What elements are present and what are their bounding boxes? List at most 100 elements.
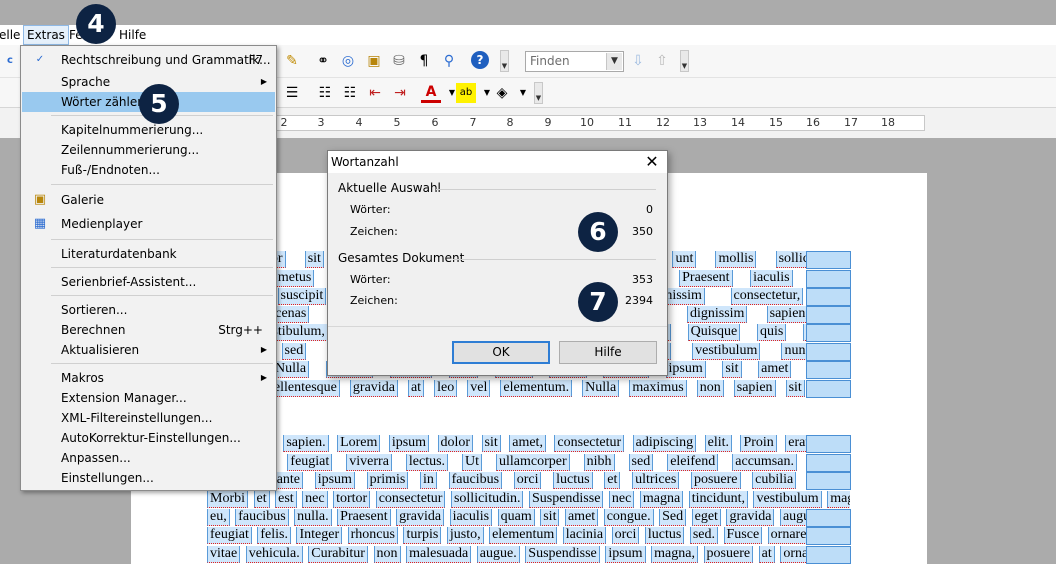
document-word: sed: [628, 454, 654, 471]
menu-item-label: Galerie: [61, 193, 105, 207]
ok-button[interactable]: OK: [452, 341, 550, 364]
menu-item-anpassen[interactable]: Anpassen...: [22, 448, 275, 468]
increase-indent-icon[interactable]: ⇥: [390, 83, 410, 103]
menu-item-serienbrief[interactable]: Serienbrief-Assistent...: [22, 272, 275, 292]
document-word: nibh: [583, 454, 615, 471]
document-word: justo,: [446, 527, 484, 544]
find-previous-icon[interactable]: ⇧: [652, 51, 672, 71]
menu-item-kapitelnummerierung[interactable]: Kapitelnummerierung...: [22, 120, 275, 140]
document-word: sit: [785, 380, 805, 397]
selection-block: [806, 546, 851, 564]
toolbar-grip[interactable]: ▼: [680, 50, 689, 72]
highlight-icon[interactable]: ab: [456, 83, 476, 103]
submenu-arrow-icon: ▶: [260, 345, 267, 354]
ruler-number: 11: [618, 116, 632, 129]
document-line[interactable]: Morbi et est nec tortor consectetur soll…: [207, 491, 850, 509]
decrease-indent-icon[interactable]: ⇤: [365, 83, 385, 103]
selection-block: [806, 324, 851, 342]
ruler-number: 4: [355, 116, 363, 129]
current-words-label: Wörter:: [350, 203, 391, 216]
document-word: vestibulum: [692, 343, 761, 360]
word-count-dialog: Wortanzahl ✕ Aktuelle Auswahl Wörter: 0 …: [327, 150, 668, 376]
menu-item-label: Makros: [61, 371, 104, 385]
menu-item-zeilennummerierung[interactable]: Zeilennummerierung...: [22, 140, 275, 160]
help-icon[interactable]: ?: [471, 51, 489, 69]
zoom-icon[interactable]: ⚲: [439, 51, 459, 71]
menu-item-makros[interactable]: Makros ▶: [22, 368, 275, 388]
find-placeholder: Finden: [530, 54, 570, 68]
menu-extras[interactable]: Extras: [23, 25, 69, 45]
font-color-icon[interactable]: A: [421, 83, 441, 103]
document-line[interactable]: eu, faucibus nulla. Praesent gravida iac…: [207, 509, 850, 527]
menu-item-label: AutoKorrektur-Einstellungen...: [61, 431, 241, 445]
menu-item-fussnoten[interactable]: Fuß-/Endnoten...: [22, 160, 275, 180]
gallery-icon[interactable]: ▣: [364, 51, 384, 71]
autocheck-icon[interactable]: c: [0, 51, 20, 71]
align-justify-icon[interactable]: ☰: [282, 83, 302, 103]
menu-item-literaturdatenbank[interactable]: Literaturdatenbank: [22, 244, 275, 264]
document-line[interactable]: e ultrices sapien. Lorem ipsum dolor sit…: [207, 435, 850, 453]
bullet-list-icon[interactable]: ☷: [340, 83, 360, 103]
menu-hilfe[interactable]: Hilfe: [116, 25, 149, 45]
selection-block: [806, 435, 851, 453]
toolbar-grip[interactable]: ▼: [534, 82, 543, 104]
help-button[interactable]: Hilfe: [559, 341, 657, 364]
document-line[interactable]: ucibus. Pellentesque gravida at leo vel …: [207, 380, 850, 398]
document-word: elementum.: [500, 380, 573, 397]
formatting-marks-icon[interactable]: ¶: [414, 51, 434, 71]
step-badge: 7: [578, 282, 618, 322]
brush-icon[interactable]: ✎: [282, 51, 302, 71]
navigator-icon[interactable]: ◎: [338, 51, 358, 71]
document-word: suscipit: [277, 288, 327, 305]
step-badge: 6: [578, 212, 618, 252]
document-word: non: [696, 380, 724, 397]
menu-item-label: Zeilennummerierung...: [61, 143, 200, 157]
document-line[interactable]: stibulum ante ipsum primis in faucibus o…: [207, 472, 850, 490]
document-word: tincidunt,: [688, 491, 748, 508]
menu-item-einstellungen[interactable]: Einstellungen...: [22, 468, 275, 488]
menu-item-label: Einstellungen...: [61, 471, 154, 485]
binoculars-icon[interactable]: ⚭: [313, 51, 333, 71]
menu-item-aktualisieren[interactable]: Aktualisieren ▶: [22, 340, 275, 360]
database-icon[interactable]: ⛁: [389, 51, 409, 71]
background-color-icon[interactable]: ◈: [492, 83, 512, 103]
document-word: amet: [758, 361, 792, 378]
chevron-down-icon[interactable]: ▼: [606, 53, 622, 70]
dialog-title: Wortanzahl: [331, 155, 399, 169]
chevron-down-icon[interactable]: ▼: [513, 83, 533, 103]
document-line[interactable]: feugiat felis. Integer rhoncus turpis ju…: [207, 527, 850, 545]
menu-item-galerie[interactable]: ▣ Galerie: [22, 190, 275, 210]
document-word: Praesent: [679, 270, 733, 287]
document-word: malesuada: [406, 546, 472, 563]
total-document-heading: Gesamtes Dokument: [338, 251, 465, 265]
document-word: turpis: [403, 527, 442, 544]
document-word: Proin: [740, 435, 777, 452]
find-next-icon[interactable]: ⇩: [628, 51, 648, 71]
document-line[interactable]: nulla ac feugiat viverra lectus. Ut ulla…: [207, 454, 850, 472]
document-word: tortor: [333, 491, 371, 508]
toolbar-grip[interactable]: ▼: [500, 50, 509, 72]
document-word: gravida: [396, 509, 445, 526]
document-word: feugiat: [207, 527, 252, 544]
menu-item-medienplayer[interactable]: ▦ Medienplayer: [22, 214, 275, 234]
document-word: quis: [757, 324, 787, 341]
document-line[interactable]: vitae vehicula. Curabitur non malesuada …: [207, 546, 850, 564]
ruler-number: 8: [506, 116, 514, 129]
menu-item-extension-manager[interactable]: Extension Manager...: [22, 388, 275, 408]
document-word: Quisque: [687, 324, 741, 341]
section-divider: [436, 189, 656, 190]
find-input[interactable]: Finden ▼: [525, 51, 624, 72]
document-word: adipiscing: [632, 435, 697, 452]
menu-item-sortieren[interactable]: Sortieren...: [22, 300, 275, 320]
menu-item-xml-filter[interactable]: XML-Filtereinstellungen...: [22, 408, 275, 428]
menu-item-autokorrektur[interactable]: AutoKorrektur-Einstellungen...: [22, 428, 275, 448]
document-word: sed: [281, 343, 307, 360]
close-icon[interactable]: ✕: [643, 153, 661, 171]
numbered-list-icon[interactable]: ☷: [315, 83, 335, 103]
menu-item-spellcheck[interactable]: ✓ Rechtschreibung und Grammatik... F7: [22, 50, 275, 70]
ruler-number: 12: [656, 116, 670, 129]
document-word: vehicula.: [245, 546, 303, 563]
menu-item-berechnen[interactable]: Berechnen Strg++: [22, 320, 275, 340]
ruler-number: 2: [280, 116, 288, 129]
menu-tabelle[interactable]: elle: [0, 25, 23, 45]
